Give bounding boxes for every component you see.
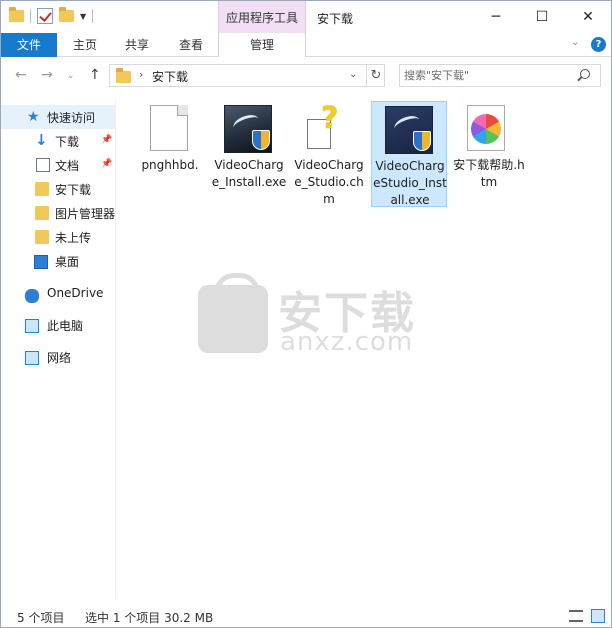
nav-item-downloads[interactable]: ↓ 下载 📌: [1, 129, 115, 153]
folder-icon: [35, 206, 49, 220]
computer-icon: [25, 319, 39, 333]
tab-share[interactable]: 共享: [115, 33, 159, 57]
file-item[interactable]: VideoCharge_Install.exe: [211, 101, 287, 207]
nav-onedrive[interactable]: OneDrive: [1, 281, 115, 305]
help-icon[interactable]: ?: [591, 37, 606, 52]
nav-item-desktop[interactable]: 桌面: [1, 249, 115, 273]
nav-label: 未上传: [55, 230, 92, 245]
address-history-chevron-icon[interactable]: ⌄: [349, 69, 357, 80]
maximize-button[interactable]: ☐: [519, 1, 565, 33]
refresh-button[interactable]: ↻: [366, 65, 385, 86]
nav-label: 此电脑: [47, 318, 84, 333]
document-icon: [36, 158, 50, 172]
explorer-window: ▼ 应用程序工具 安下载 ─ ☐ ✕ 文件 主页 共享 查看 管理 ⌄ ? ← …: [0, 0, 612, 628]
file-item[interactable]: 安下载帮助.htm: [451, 101, 527, 207]
forward-arrow-icon[interactable]: →: [41, 67, 53, 83]
watermark-url: anxz.com: [280, 327, 414, 357]
item-count: 5 个项目: [17, 611, 65, 625]
new-folder-icon[interactable]: [59, 7, 74, 22]
onedrive-cloud-icon: [25, 289, 39, 303]
nav-item-image-manager[interactable]: 图片管理器: [1, 201, 115, 225]
uac-shield-icon: [413, 131, 431, 151]
nav-item-not-uploaded[interactable]: 未上传: [1, 225, 115, 249]
watermark: 安下载 anxz.com: [198, 273, 428, 363]
file-name: VideoCharge_Studio.chm: [294, 158, 364, 206]
shopping-bag-icon: [198, 273, 268, 353]
file-item-selected[interactable]: VideoChargeStudio_Install.exe: [371, 101, 447, 207]
desktop-icon: [34, 255, 48, 269]
selection-info: 选中 1 个项目 30.2 MB: [85, 611, 214, 625]
nav-network[interactable]: 网络: [1, 345, 115, 369]
divider: [30, 9, 31, 23]
nav-quick-access[interactable]: ★ 快速访问: [1, 105, 115, 129]
nav-this-pc[interactable]: 此电脑: [1, 313, 115, 337]
installer-icon: [224, 105, 272, 153]
search-input[interactable]: [404, 67, 574, 84]
nav-label: 图片管理器: [55, 206, 116, 221]
recent-locations-chevron-icon[interactable]: ⌄: [67, 71, 75, 81]
network-icon: [25, 351, 39, 365]
back-arrow-icon[interactable]: ←: [15, 67, 27, 83]
folder-icon: [9, 7, 24, 22]
quick-access-toolbar: ▼: [9, 7, 94, 24]
chm-help-icon: ?: [307, 101, 345, 151]
navigation-pane: ★ 快速访问 ↓ 下载 📌 文档 📌 安下载 图片管理器 未上传 桌面 OneD…: [1, 99, 116, 599]
file-name: VideoChargeStudio_Install.exe: [373, 159, 447, 207]
uac-shield-icon: [252, 130, 270, 150]
nav-item-anxiazai[interactable]: 安下载: [1, 177, 115, 201]
up-arrow-icon[interactable]: ↑: [89, 67, 101, 83]
address-row: ← → ⌄ ↑ › 安下载 ⌄ ↻: [1, 58, 611, 94]
large-icons-view-icon[interactable]: [591, 609, 605, 623]
nav-label: 文档: [55, 158, 80, 173]
file-item[interactable]: ? VideoCharge_Studio.chm: [291, 101, 367, 207]
file-name: 安下载帮助.htm: [453, 158, 525, 189]
window-title: 安下载: [317, 12, 354, 26]
divider: [92, 9, 94, 23]
download-arrow-icon: ↓: [35, 131, 48, 149]
nav-label: 网络: [47, 350, 72, 365]
tab-file[interactable]: 文件: [1, 33, 57, 57]
context-tab-group-title: 应用程序工具: [218, 1, 306, 33]
tab-view[interactable]: 查看: [169, 33, 213, 57]
breadcrumb[interactable]: 安下载: [152, 68, 188, 85]
htm-file-icon: [467, 105, 505, 151]
nav-item-documents[interactable]: 文档 📌: [1, 153, 115, 177]
expand-ribbon-chevron-icon[interactable]: ⌄: [571, 37, 579, 48]
file-name: VideoCharge_Install.exe: [211, 158, 287, 189]
address-bar[interactable]: › 安下载 ⌄ ↻: [109, 64, 385, 87]
nav-label: 安下载: [55, 182, 92, 197]
nav-label: 快速访问: [47, 110, 96, 125]
nav-label: 下载: [55, 134, 80, 149]
star-icon: ★: [27, 109, 40, 125]
ribbon-tab-bar: 文件 主页 共享 查看 管理 ⌄ ?: [1, 33, 611, 57]
blank-file-icon: [150, 105, 188, 151]
browser-logo-icon: [471, 114, 501, 144]
pin-icon: 📌: [101, 135, 113, 145]
question-mark-icon: ?: [321, 101, 339, 136]
tab-manage[interactable]: 管理: [218, 33, 306, 57]
file-item[interactable]: pnghhbd.: [132, 101, 208, 207]
title-bar: ▼ 应用程序工具 安下载 ─ ☐ ✕: [1, 1, 611, 33]
nav-label: OneDrive: [47, 286, 104, 300]
file-name: pnghhbd.: [141, 158, 199, 172]
close-button[interactable]: ✕: [565, 1, 611, 33]
details-view-icon[interactable]: [569, 610, 583, 622]
search-icon[interactable]: [580, 69, 590, 79]
search-box[interactable]: [399, 64, 601, 87]
pin-icon: 📌: [101, 159, 113, 169]
customize-qat-chevron-icon[interactable]: ▼: [80, 12, 86, 21]
tab-home[interactable]: 主页: [63, 33, 107, 57]
breadcrumb-chevron-icon[interactable]: ›: [139, 68, 143, 81]
status-bar: 5 个项目 选中 1 个项目 30.2 MB: [1, 605, 611, 627]
minimize-button[interactable]: ─: [473, 1, 519, 33]
nav-label: 桌面: [55, 254, 80, 269]
properties-icon[interactable]: [37, 8, 53, 24]
folder-icon: [35, 182, 49, 196]
folder-icon: [116, 68, 131, 83]
folder-icon: [35, 230, 49, 244]
installer-icon: [385, 106, 433, 154]
